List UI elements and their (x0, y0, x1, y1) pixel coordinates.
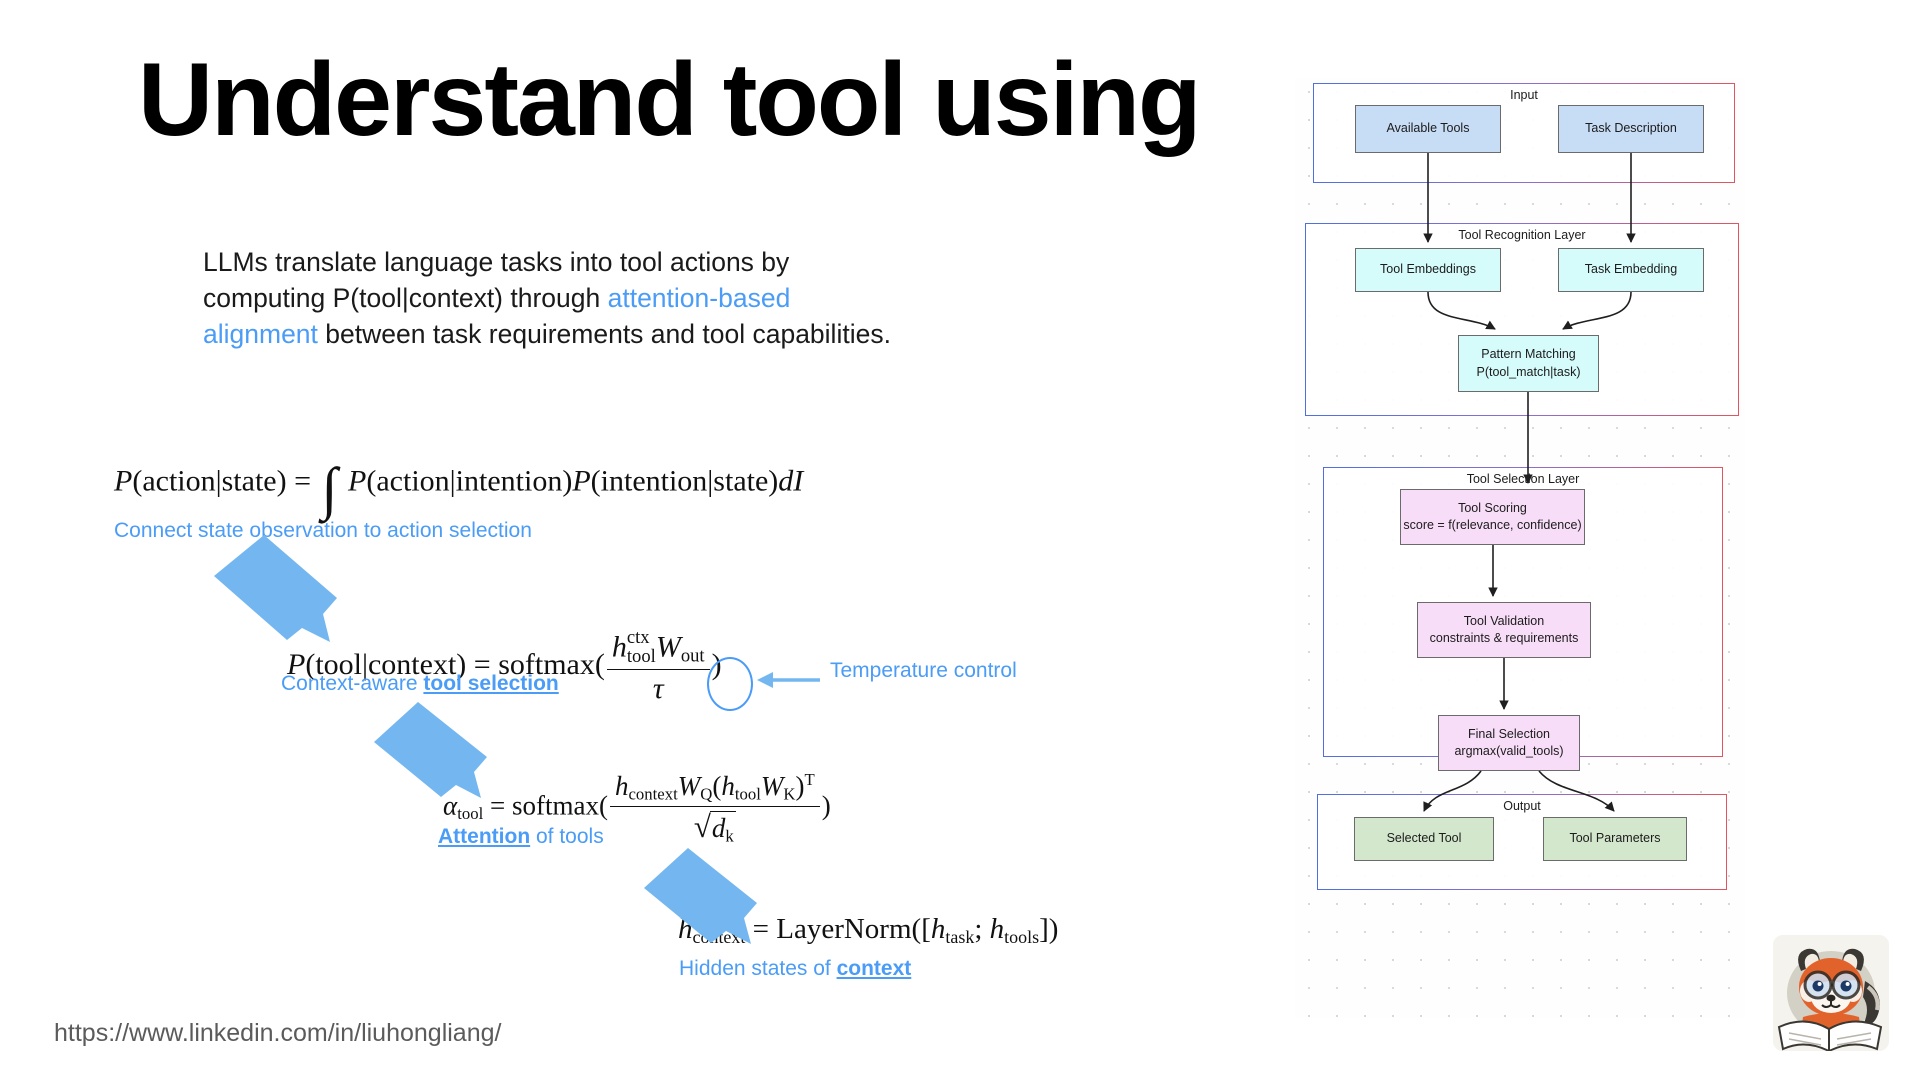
node-tool-embeddings[interactable]: Tool Embeddings (1355, 248, 1501, 292)
formula4-h-tools: h (989, 913, 1005, 945)
node-available-tools-label: Available Tools (1386, 121, 1470, 136)
formula3-WQ-subscript: Q (700, 784, 713, 804)
formula1-differential-d: d (778, 464, 794, 498)
formula1-equals: = (294, 464, 312, 498)
annotation2-prefix: Context-aware (281, 672, 424, 695)
tau-highlight-circle (707, 657, 753, 711)
formula3-radical: √ (693, 808, 711, 844)
annotation-temperature-control: Temperature control (830, 659, 1017, 682)
formula1-term1-args: (action|intention) (366, 464, 573, 498)
formula3-alpha: α (443, 790, 458, 821)
group-tool-recognition-label: Tool Recognition Layer (1458, 228, 1586, 242)
formula-action-state: P(action|state) = ∫ P(action|intention)P… (114, 455, 803, 522)
formula1-lhs-args: (action|state) (132, 464, 287, 498)
node-tool-embeddings-label: Tool Embeddings (1380, 262, 1476, 277)
group-input-label: Input (1510, 88, 1538, 102)
formula3-d: d (711, 812, 726, 843)
annotation2-bold: tool selection (423, 672, 559, 695)
annotation-connect-state: Connect state observation to action sele… (114, 519, 532, 542)
formula4-h-task-subscript: task (945, 927, 975, 948)
node-final-selection-label: Final Selection (1468, 726, 1550, 741)
formula3-h-context-subscript: context (628, 784, 678, 804)
flow-diagram: Input Available Tools Task Description T… (1295, 78, 1745, 1018)
formula3-equals: = (489, 790, 506, 821)
formula2-W-subscript: out (680, 645, 705, 667)
formula4-h-tools-subscript: tools (1004, 927, 1040, 948)
node-pattern-matching-sublabel: P(tool_match|task) (1476, 364, 1581, 379)
formula1-term2-P: P (572, 464, 591, 498)
node-tool-parameters[interactable]: Tool Parameters (1543, 817, 1687, 861)
annotation4-bold: context (836, 957, 912, 980)
node-tool-parameters-label: Tool Parameters (1569, 831, 1661, 846)
formula-layernorm: hcontext = LayerNorm([htask; htools]) (678, 913, 1058, 948)
annotation-attention-of-tools: Attention of tools (438, 825, 604, 849)
integral-sign: ∫ (321, 456, 338, 521)
node-task-description[interactable]: Task Description (1558, 105, 1704, 153)
formula3-alpha-subscript: tool (457, 804, 484, 824)
node-task-embedding-label: Task Embedding (1584, 262, 1678, 277)
node-tool-validation-label: Tool Validation (1463, 613, 1545, 628)
intro-paragraph: LLMs translate language tasks into tool … (203, 244, 903, 352)
node-tool-validation-sublabel: constraints & requirements (1429, 631, 1579, 645)
formula1-P: P (114, 464, 133, 498)
annotation-hidden-states: Hidden states of context (679, 957, 911, 981)
formula4-layernorm: LayerNorm (776, 913, 912, 945)
node-available-tools[interactable]: Available Tools (1355, 105, 1501, 153)
node-tool-scoring[interactable]: Tool Scoring score = f(relevance, confid… (1400, 489, 1585, 545)
node-tool-scoring-sublabel: score = f(relevance, confidence) (1403, 518, 1582, 532)
formula4-h: h (678, 913, 693, 945)
annotation3-bold: Attention (438, 825, 531, 848)
formula3-WQ: W (677, 771, 701, 802)
formula3-transpose: T (804, 770, 815, 789)
node-pattern-matching-label: Pattern Matching (1481, 347, 1576, 362)
node-tool-validation[interactable]: Tool Validation constraints & requiremen… (1417, 602, 1591, 658)
formula4-h-task: h (930, 913, 946, 945)
node-tool-scoring-label: Tool Scoring (1458, 500, 1527, 515)
formula4-semicolon: ; (974, 913, 990, 945)
footer-url[interactable]: https://www.linkedin.com/in/liuhongliang… (54, 1019, 501, 1048)
group-tool-selection-label: Tool Selection Layer (1466, 472, 1580, 486)
formula4-open: ([ (911, 913, 931, 945)
formula1-term1-P: P (348, 464, 367, 498)
formula3-d-subscript: k (725, 826, 734, 846)
formula3-h-context: h (614, 771, 629, 802)
formula3-h-tool-subscript: tool (734, 784, 761, 804)
node-selected-tool[interactable]: Selected Tool (1354, 817, 1494, 861)
formula3-h-tool: h (721, 771, 735, 802)
group-output-label: Output (1503, 799, 1541, 813)
formula3-fraction: hcontextWQ(htoolWK)T √dk (609, 770, 820, 846)
formula1-term2-args: (intention|state) (590, 464, 779, 498)
annotation4-prefix: Hidden states of (679, 957, 837, 980)
formula4-equals: = (752, 913, 769, 945)
red-panda-reading-avatar (1773, 935, 1889, 1051)
intro-text-segment-2: between task requirements and tool capab… (317, 319, 891, 349)
node-task-embedding[interactable]: Task Embedding (1558, 248, 1704, 292)
page-title: Understand tool using (138, 42, 1202, 158)
node-selected-tool-label: Selected Tool (1386, 831, 1462, 846)
node-task-description-label: Task Description (1585, 121, 1677, 136)
annotation-context-aware: Context-aware tool selection (281, 672, 559, 696)
formula3-WK: W (760, 771, 784, 802)
node-final-selection-sublabel: argmax(valid_tools) (1454, 744, 1564, 758)
formula3-WK-subscript: K (783, 784, 796, 804)
formula1-differential-var: I (793, 464, 804, 498)
formula3-softmax: softmax (511, 790, 599, 821)
formula2-fraction: h ctx tool Wout τ (606, 628, 710, 706)
annotation3-suffix: of tools (530, 825, 604, 848)
formula4-h-subscript: context (692, 927, 746, 948)
node-final-selection[interactable]: Final Selection argmax(valid_tools) (1438, 715, 1580, 771)
formula2-tau: τ (652, 671, 664, 705)
node-pattern-matching[interactable]: Pattern Matching P(tool_match|task) (1458, 335, 1599, 392)
arrow-temperature-head (757, 672, 773, 688)
formula2-h-subscript: tool (626, 645, 656, 667)
arrow-to-formula-1 (214, 535, 337, 642)
formula2-W: W (655, 630, 681, 664)
formula2-h: h (611, 630, 627, 664)
formula4-close: ]) (1039, 913, 1059, 945)
